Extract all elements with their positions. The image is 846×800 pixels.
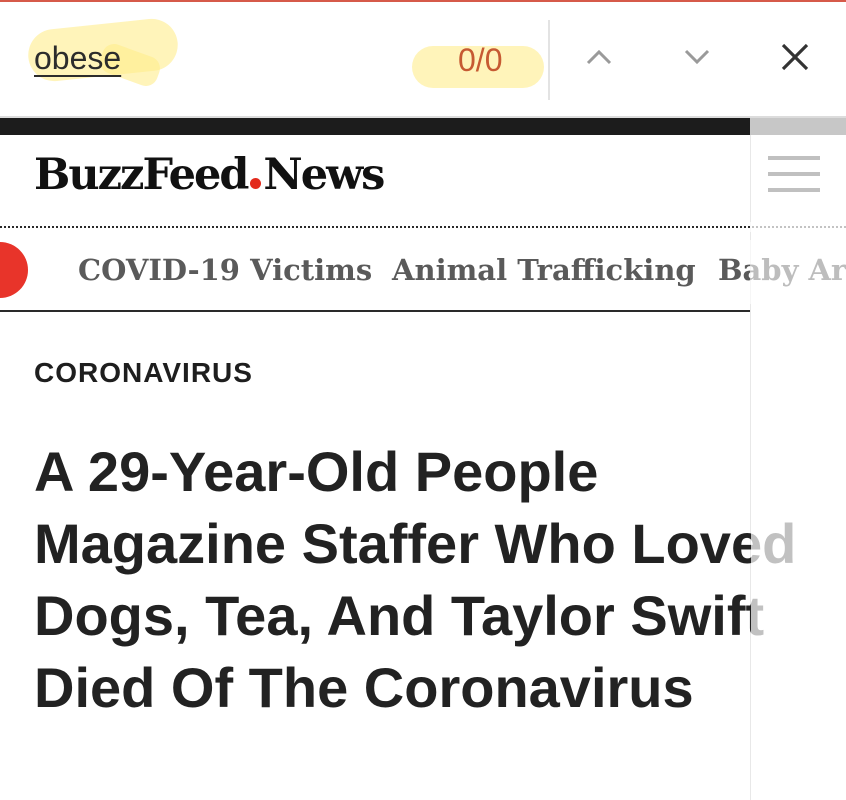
dotted-divider [0,226,846,228]
find-input[interactable]: obese [34,40,121,77]
hamburger-icon[interactable] [768,156,820,192]
scrollbar-overlay [750,240,846,304]
scrollbar-overlay [751,430,846,800]
close-icon [781,43,809,71]
close-find-button[interactable] [770,32,820,82]
match-count: 0/0 [458,42,503,78]
next-match-button[interactable] [672,32,722,82]
scrollbar-overlay [750,222,846,232]
previous-match-button[interactable] [574,32,624,82]
article-headline: A 29-Year-Old People Magazine Staffer Wh… [34,440,797,719]
logo-main-text: BuzzFeed [34,150,249,200]
nav-divider [0,310,750,312]
chevron-down-icon [684,49,710,65]
chevron-up-icon [586,49,612,65]
topic-link-covid-victims[interactable]: COVID-19 Victims [78,253,372,287]
logo-sub-text: News [263,150,385,200]
scrollbar-thumb[interactable] [750,118,846,135]
trending-dot-icon [0,242,28,298]
logo-dot [250,178,262,189]
divider [548,20,550,100]
section-label[interactable]: CORONAVIRUS [34,357,253,389]
topic-link-animal-trafficking[interactable]: Animal Trafficking [392,253,696,287]
site-logo[interactable]: BuzzFeed News [34,150,385,200]
page-top-bar [0,118,750,135]
find-in-page-bar: obese 0/0 [0,2,846,116]
